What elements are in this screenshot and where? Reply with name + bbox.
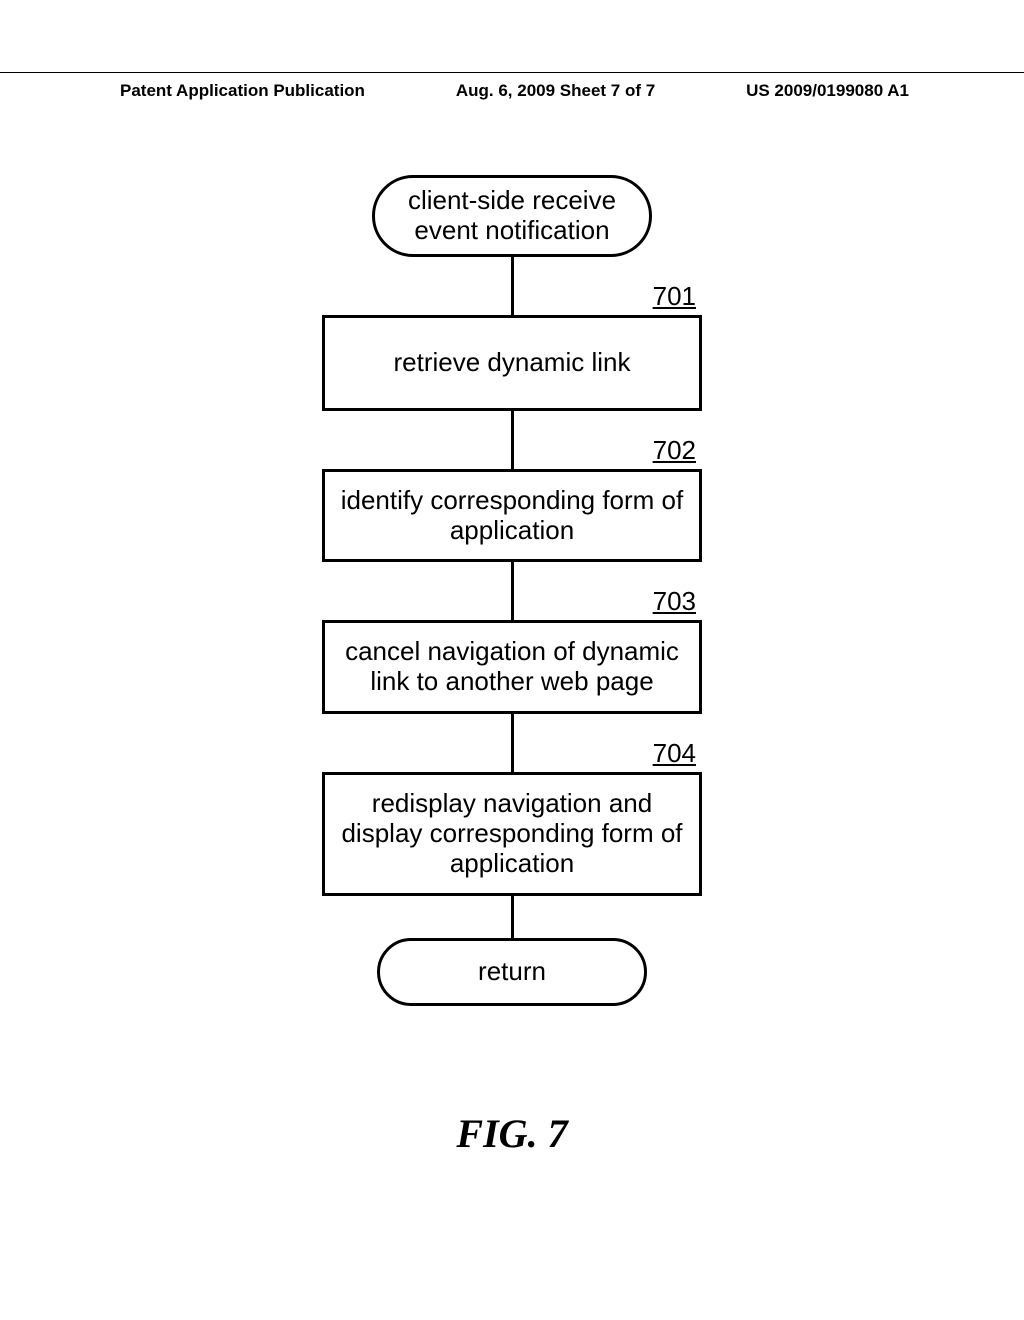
process-box: cancel navigation of dynamic link to ano…	[322, 620, 702, 714]
header-left: Patent Application Publication	[120, 81, 365, 101]
process-box: retrieve dynamic link	[322, 315, 702, 411]
step-number: 701	[653, 281, 696, 312]
flowchart: client-side receive event notification 7…	[312, 175, 712, 1006]
header-right: US 2009/0199080 A1	[746, 81, 909, 101]
step-number: 704	[653, 738, 696, 769]
connector	[511, 562, 514, 620]
step-703: 703 cancel navigation of dynamic link to…	[312, 620, 712, 714]
document-header: Patent Application Publication Aug. 6, 2…	[0, 72, 1024, 101]
header-center: Aug. 6, 2009 Sheet 7 of 7	[456, 81, 655, 101]
step-702: 702 identify corresponding form of appli…	[312, 469, 712, 563]
connector	[511, 257, 514, 315]
connector	[511, 411, 514, 469]
figure-label: FIG. 7	[456, 1110, 567, 1157]
process-box: redisplay navigation and display corresp…	[322, 772, 702, 896]
process-box: identify corresponding form of applicati…	[322, 469, 702, 563]
connector	[511, 714, 514, 772]
step-number: 703	[653, 586, 696, 617]
step-704: 704 redisplay navigation and display cor…	[312, 772, 712, 896]
terminator-end: return	[377, 938, 647, 1006]
connector	[511, 896, 514, 938]
step-701: 701 retrieve dynamic link	[312, 315, 712, 411]
terminator-start: client-side receive event notification	[372, 175, 652, 257]
step-number: 702	[653, 435, 696, 466]
